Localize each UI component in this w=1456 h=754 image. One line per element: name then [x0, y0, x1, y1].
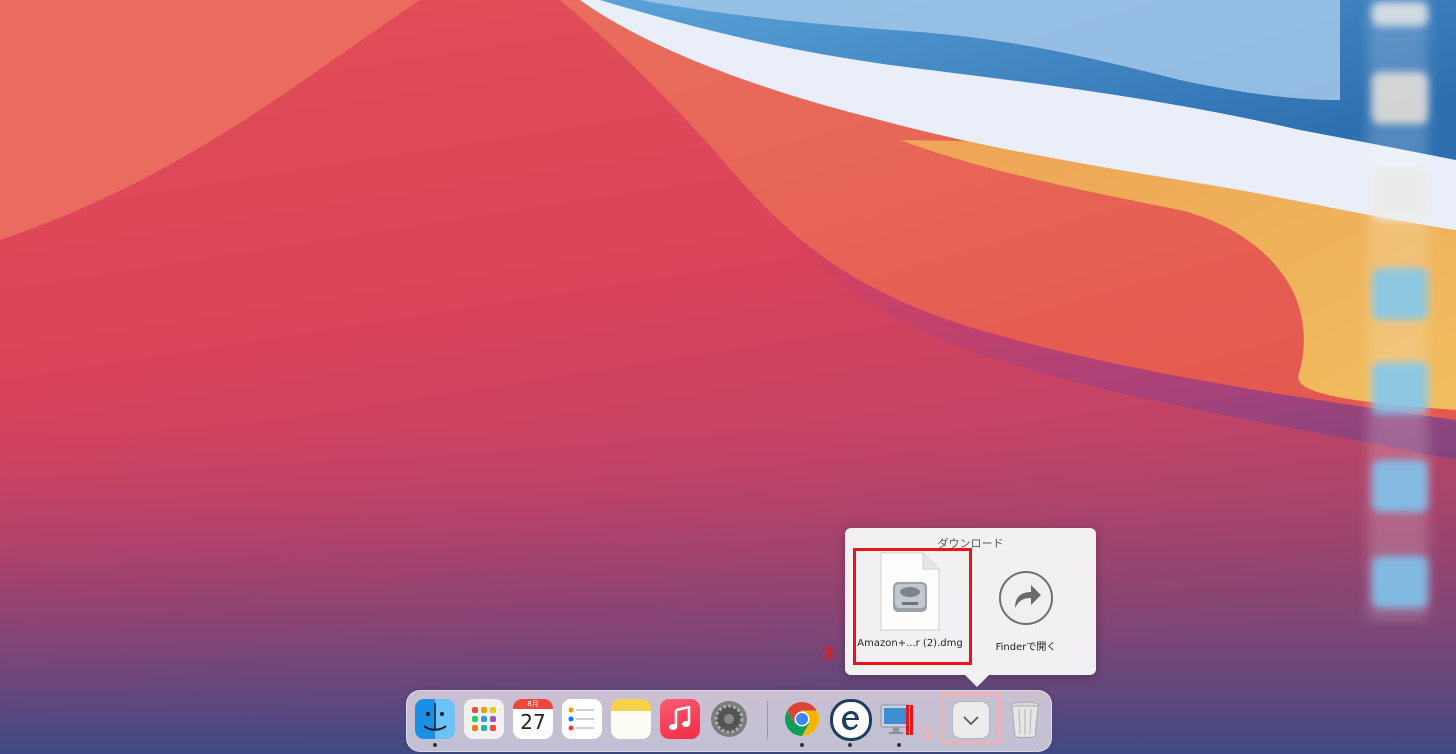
download-file-label: Amazon+...r (2).dmg — [857, 638, 963, 649]
monitor-icon[interactable] — [879, 699, 919, 739]
download-file-item[interactable]: Amazon+...r (2).dmg — [856, 552, 964, 668]
open-arrow-icon — [999, 571, 1053, 625]
desktop-item-2[interactable] — [1372, 72, 1428, 124]
reminders-icon[interactable] — [562, 699, 602, 739]
open-in-finder-label: Finderで開く — [995, 642, 1057, 653]
calendar-icon[interactable]: 8月 27 — [513, 699, 553, 739]
notes-icon[interactable] — [611, 699, 651, 739]
music-icon[interactable] — [660, 699, 700, 739]
downloads-stack-popover: ダウンロード Amazon+...r (2).dmg Finderで開く — [845, 528, 1096, 687]
trash-icon[interactable] — [1005, 699, 1045, 739]
chrome-icon[interactable] — [782, 699, 822, 739]
desktop-wallpaper — [0, 0, 1456, 754]
running-indicator — [433, 743, 437, 747]
running-indicator — [848, 743, 852, 747]
open-in-finder-item[interactable]: Finderで開く — [972, 552, 1080, 668]
popover-title: ダウンロード — [937, 537, 1004, 550]
running-indicator — [800, 743, 804, 747]
calendar-month: 8月 — [513, 699, 553, 709]
disk-image-icon — [880, 552, 940, 631]
launchpad-icon[interactable] — [464, 699, 504, 739]
desktop-item-1[interactable] — [1372, 2, 1428, 26]
eset-icon[interactable] — [830, 699, 872, 741]
dock-separator — [767, 701, 768, 739]
dock: 8月 27 — [406, 690, 1052, 752]
running-indicator — [897, 743, 901, 747]
folder-icon[interactable] — [1372, 460, 1428, 512]
downloads-stack-icon[interactable] — [952, 701, 990, 739]
folder-icon[interactable] — [1372, 362, 1428, 414]
folder-icon[interactable] — [1372, 556, 1428, 608]
calendar-day: 27 — [520, 710, 546, 734]
finder-icon[interactable] — [415, 699, 455, 739]
system-preferences-icon[interactable] — [709, 699, 749, 739]
chevron-down-icon — [963, 716, 979, 726]
step-2-marker: ② — [820, 641, 837, 665]
folder-icon[interactable] — [1372, 268, 1428, 320]
desktop-item-3[interactable] — [1372, 168, 1428, 220]
